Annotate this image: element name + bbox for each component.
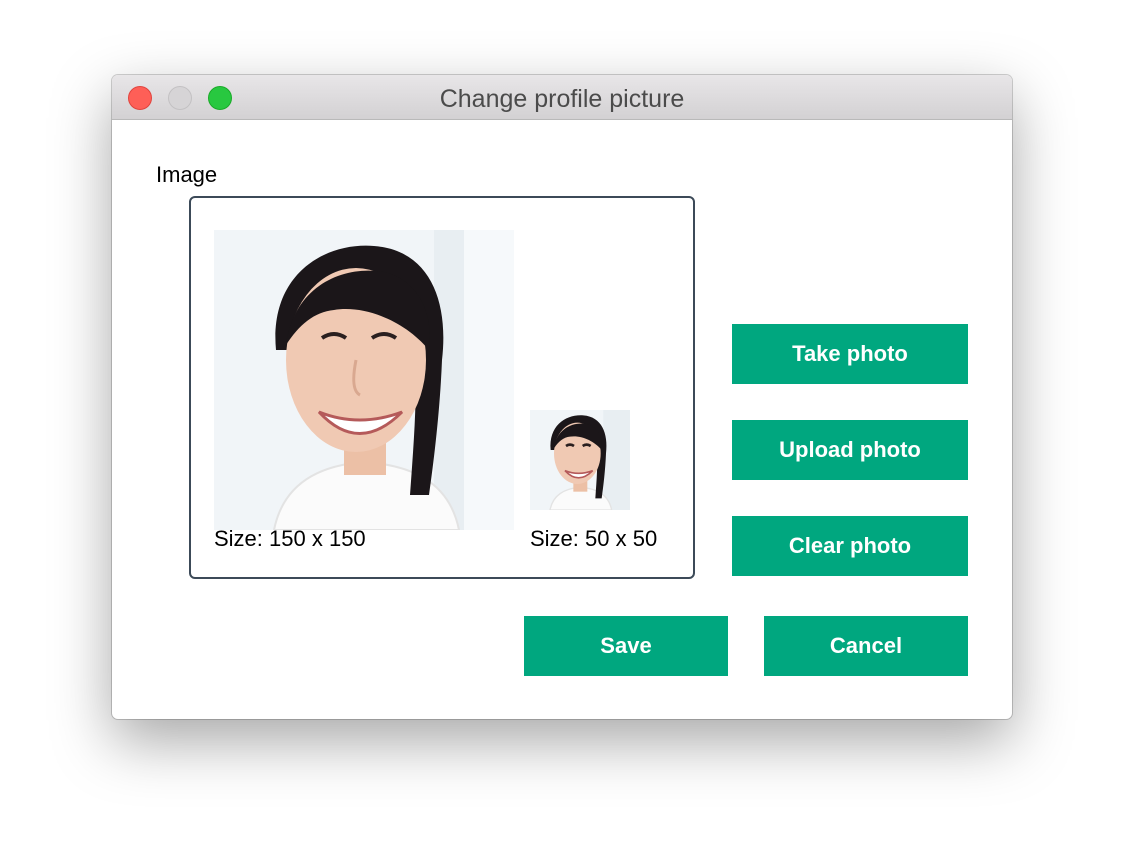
cancel-button[interactable]: Cancel <box>764 616 968 676</box>
window-title: Change profile picture <box>439 85 685 113</box>
small-preview-size-caption: Size: 50 x 50 <box>530 526 658 551</box>
image-section-label: Image <box>156 162 218 187</box>
take-photo-button[interactable]: Take photo <box>732 324 968 384</box>
image-preview-box: Size: 150 x 150 Size: 50 x 50 <box>189 196 695 579</box>
large-preview-size-caption: Size: 150 x 150 <box>214 526 366 551</box>
change-profile-picture-window: Change profile picture Image Size: 150 x… <box>112 75 1012 719</box>
profile-photo-small <box>530 410 630 510</box>
upload-photo-button[interactable]: Upload photo <box>732 420 968 480</box>
titlebar[interactable]: Change profile picture <box>112 75 1012 120</box>
clear-photo-button[interactable]: Clear photo <box>732 516 968 576</box>
profile-photo-large <box>214 230 514 530</box>
save-button[interactable]: Save <box>524 616 728 676</box>
